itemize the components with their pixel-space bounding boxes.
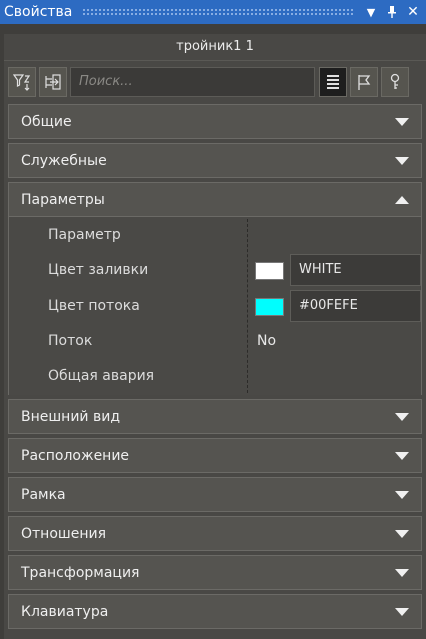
- filter-sort-button[interactable]: [8, 67, 36, 97]
- section-frame[interactable]: Рамка: [8, 477, 422, 512]
- section-appearance[interactable]: Внешний вид: [8, 399, 422, 434]
- section-label: Внешний вид: [21, 408, 121, 425]
- filter-sort-icon: [13, 74, 31, 91]
- param-row: Параметр: [9, 219, 421, 253]
- search-input[interactable]: Поиск...: [70, 67, 315, 97]
- chevron-up-icon: [395, 195, 409, 204]
- list-view-button[interactable]: [319, 67, 347, 97]
- chevron-down-icon: [395, 117, 409, 126]
- section-relations[interactable]: Отношения: [8, 516, 422, 551]
- alarm-name: Общая авария: [48, 368, 155, 384]
- collapse-tree-button[interactable]: [39, 67, 67, 97]
- section-general[interactable]: Общие: [8, 104, 422, 139]
- chevron-down-icon: [395, 607, 409, 616]
- chevron-down-icon: [395, 412, 409, 421]
- chevron-down-icon: [395, 529, 409, 538]
- pin-icon[interactable]: [383, 2, 401, 22]
- toolbar: Поиск...: [8, 66, 422, 98]
- object-name: тройник1 1: [4, 34, 426, 61]
- list-icon: [327, 75, 339, 89]
- dropdown-arrow-icon[interactable]: ▼: [362, 2, 380, 22]
- param-name: Параметр: [48, 227, 121, 243]
- flow-color-value[interactable]: #00FEFE: [290, 290, 421, 322]
- chevron-down-icon: [395, 568, 409, 577]
- tree-arrow-icon: [45, 74, 61, 90]
- key-icon: [390, 73, 400, 89]
- section-keyboard[interactable]: Клавиатура: [8, 594, 422, 629]
- section-label: Параметры: [21, 191, 105, 208]
- flow-color-row: Цвет потока #00FEFE: [9, 290, 421, 324]
- events-button[interactable]: [350, 67, 378, 97]
- section-label: Общие: [21, 113, 72, 130]
- window-title: Свойства: [4, 4, 73, 20]
- parameters-grid: Параметр Цвет заливки WHITE Цвет потока …: [8, 217, 422, 395]
- flow-name: Поток: [48, 333, 93, 349]
- section-label: Служебные: [21, 152, 107, 169]
- fill-color-value[interactable]: WHITE: [290, 254, 421, 286]
- window-titlebar: Свойства ▼ ✕: [0, 0, 426, 24]
- section-label: Трансформация: [21, 564, 140, 581]
- flow-row: Поток No: [9, 325, 421, 359]
- chevron-down-icon: [395, 490, 409, 499]
- close-icon[interactable]: ✕: [404, 2, 422, 22]
- flow-value[interactable]: No: [257, 333, 276, 349]
- fill-color-row: Цвет заливки WHITE: [9, 254, 421, 288]
- flow-color-swatch[interactable]: [255, 298, 284, 316]
- property-sections: Общие Служебные Параметры Параметр Цвет …: [8, 104, 422, 633]
- section-label: Отношения: [21, 525, 106, 542]
- properties-panel: тройник1 1 Поиск... Общие Служебные Пара…: [4, 34, 426, 639]
- flow-color-name: Цвет потока: [48, 298, 140, 314]
- chevron-down-icon: [395, 451, 409, 460]
- section-service[interactable]: Служебные: [8, 143, 422, 178]
- section-label: Рамка: [21, 486, 66, 503]
- flag-icon: [358, 75, 371, 90]
- access-button[interactable]: [381, 67, 409, 97]
- drag-grip[interactable]: [82, 8, 354, 16]
- section-label: Клавиатура: [21, 603, 109, 620]
- fill-color-name: Цвет заливки: [48, 262, 149, 278]
- section-transform[interactable]: Трансформация: [8, 555, 422, 590]
- section-parameters[interactable]: Параметры: [8, 182, 422, 217]
- section-label: Расположение: [21, 447, 130, 464]
- section-location[interactable]: Расположение: [8, 438, 422, 473]
- chevron-down-icon: [395, 156, 409, 165]
- fill-color-swatch[interactable]: [255, 262, 284, 280]
- alarm-row: Общая авария: [9, 360, 421, 394]
